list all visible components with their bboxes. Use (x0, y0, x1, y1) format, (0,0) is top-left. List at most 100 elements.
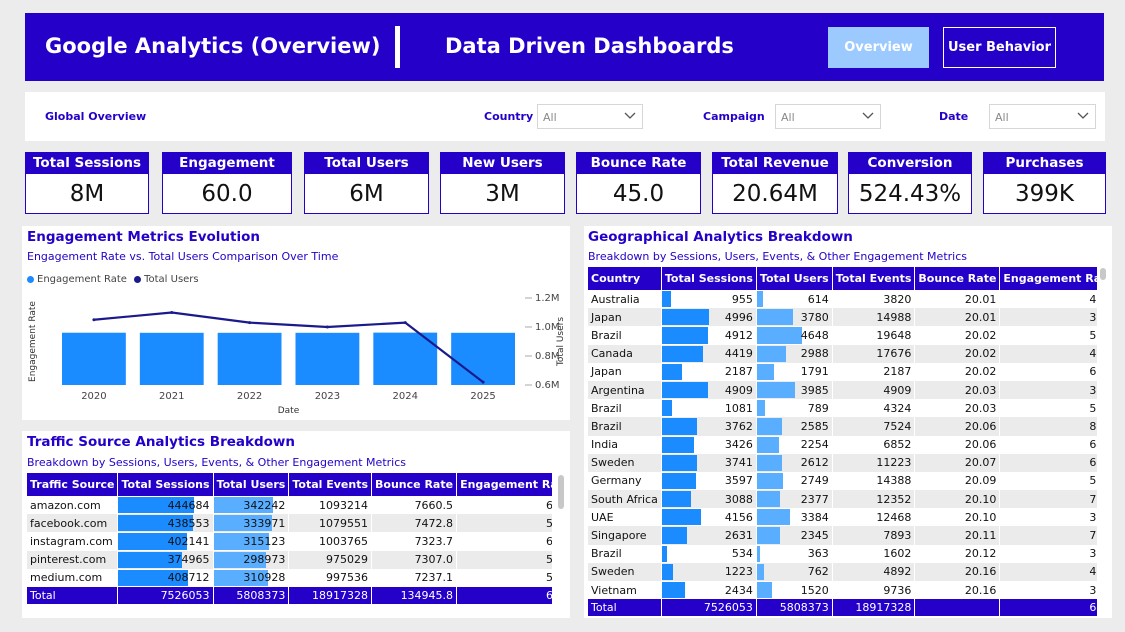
table-databar (661, 345, 704, 362)
date-dropdown[interactable]: All (989, 104, 1096, 129)
cell-value: 3762 (724, 419, 753, 433)
traffic-table-scrollbar[interactable] (558, 475, 564, 509)
column-header[interactable]: Total Events (832, 267, 916, 290)
chart-bar (139, 332, 204, 385)
geo-table: Country Total Sessions Total Users Total Ev… (588, 267, 1097, 617)
cell-value: 975029 (326, 553, 369, 567)
x-tick-label: 2022 (237, 391, 262, 402)
cell-value: 762 (807, 565, 829, 579)
cell-value: 310928 (243, 571, 286, 585)
table-row[interactable]: Brazil 3762 2585 7524 20.06 85.1 (588, 417, 1097, 436)
column-header[interactable]: Engagement Rate (456, 473, 552, 496)
users-line-point (92, 318, 96, 322)
table-row[interactable]: Sweden 3741 2612 11223 20.07 66.1 (588, 453, 1097, 472)
table-row[interactable]: pinterest.com 374965 298973 975029 7307.0 59.… (27, 550, 552, 569)
table-row[interactable]: amazon.com 444684 342242 1093214 7660.5 60.2 (27, 496, 552, 515)
cell-value: 534 (731, 547, 753, 561)
kpi-total-revenue: Total Revenue 20.64M (712, 152, 838, 214)
table-cell: 374965 (117, 550, 214, 569)
cell-value: 45.0 (1089, 347, 1097, 361)
table-row[interactable]: Brazil 534 363 1602 20.12 31.9 (588, 544, 1097, 563)
cell-value: 20.02 (964, 365, 997, 379)
table-row[interactable]: instagram.com 402141 315123 1003765 7323.7 60… (27, 532, 552, 551)
table-cell: 20.16 (914, 581, 1001, 600)
table-row[interactable]: Japan 4996 3780 14988 20.01 35.0 (588, 308, 1097, 327)
cell-value: 363 (807, 547, 829, 561)
table-databar (661, 563, 674, 580)
total-cell: Total (27, 586, 119, 604)
table-row[interactable]: Vietnam 2434 1520 9736 20.16 39.6 (588, 581, 1097, 600)
table-row[interactable]: Brazil 4912 4648 19648 20.02 58.2 (588, 326, 1097, 345)
table-row[interactable]: Argentina 4909 3985 4909 20.03 31.2 (588, 380, 1097, 400)
table-cell: 7660.5 (371, 496, 458, 515)
table-cell: India (588, 435, 662, 454)
user-behavior-button[interactable]: User Behavior (943, 27, 1056, 68)
cell-value: 20.02 (964, 328, 997, 342)
table-databar (661, 491, 691, 508)
table-databar (661, 400, 672, 417)
table-row[interactable]: Sweden 1223 762 4892 20.16 43.2 (588, 562, 1097, 581)
column-header[interactable]: Bounce Rate (914, 267, 1001, 290)
table-row[interactable]: Australia 955 614 3820 20.01 45.1 (588, 290, 1097, 309)
kpi-value: 399K (1015, 181, 1074, 207)
column-header[interactable]: Engagement Rate (999, 267, 1097, 290)
table-databar (756, 345, 786, 362)
table-row[interactable]: medium.com 408712 310928 997536 7237.1 59.8 (27, 568, 552, 587)
table-cell: 3762 (661, 417, 757, 436)
campaign-dropdown[interactable]: All (775, 104, 881, 129)
table-row[interactable]: South Africa 3088 2377 12352 20.10 77.5 (588, 490, 1097, 509)
table-databar (661, 418, 698, 435)
table-row[interactable]: Brazil 1081 789 4324 20.03 51.7 (588, 399, 1097, 418)
y-right-tick-label: 1.2M (535, 293, 560, 304)
table-cell: 1003765 (288, 532, 373, 551)
x-tick-label: 2024 (393, 391, 418, 402)
cell-value: 1602 (883, 547, 912, 561)
table-row[interactable]: UAE 4156 3384 12468 20.10 33.0 (588, 508, 1097, 527)
country-filter-label: Country (484, 110, 534, 123)
column-header[interactable]: Total Events (288, 473, 373, 496)
table-cell: facebook.com (27, 514, 119, 533)
table-cell: 2187 (661, 362, 757, 381)
column-header[interactable]: Total Users (756, 267, 833, 290)
table-cell: 4156 (661, 508, 757, 527)
column-header[interactable]: Total Users (213, 473, 290, 496)
table-cell: 310928 (213, 568, 290, 587)
table-cell: 315123 (213, 532, 290, 551)
table-row[interactable]: Canada 4419 2988 17676 20.02 45.0 (588, 344, 1097, 363)
column-header[interactable]: Country (588, 267, 662, 290)
column-header[interactable]: Total Sessions (117, 473, 214, 496)
table-cell: 14988 (832, 308, 916, 327)
table-databar (661, 309, 709, 326)
table-databar (756, 381, 796, 399)
table-cell: 20.06 (914, 435, 1001, 454)
table-databar (756, 491, 780, 508)
geo-table-scrollbar[interactable] (1100, 268, 1106, 280)
cell-value: 438553 (167, 516, 210, 530)
table-row[interactable]: Germany 3597 2749 14388 20.09 52.7 (588, 471, 1097, 491)
kpi-conversion-rate: Conversion Rate 524.43% (848, 152, 972, 214)
table-row[interactable]: India 3426 2254 6852 20.06 64.5 (588, 435, 1097, 454)
country-dropdown[interactable]: All (537, 104, 643, 129)
cell-value: 3820 (883, 292, 912, 306)
table-cell: 7323.7 (371, 532, 458, 551)
table-cell: 975029 (288, 550, 373, 569)
column-header[interactable]: Traffic Source (27, 473, 119, 496)
kpi-total-users: Total Users 6M (304, 152, 429, 214)
cell-value: 4324 (883, 401, 912, 415)
table-cell: 2631 (661, 526, 757, 545)
table-cell: 614 (756, 290, 833, 309)
table-cell: 7237.1 (371, 568, 458, 587)
table-row[interactable]: Japan 2187 1791 2187 20.02 61.9 (588, 362, 1097, 381)
column-header[interactable]: Total Sessions (661, 267, 757, 290)
table-databar (661, 582, 685, 599)
overview-button[interactable]: Overview (828, 27, 929, 68)
column-header[interactable]: Bounce Rate (371, 473, 458, 496)
dashboard-subtitle: Data Driven Dashboards (445, 34, 734, 58)
table-cell: 20.07 (914, 453, 1001, 472)
kpi-label: Total Revenue (713, 153, 837, 174)
table-row[interactable]: Singapore 2631 2345 7893 20.11 73.0 (588, 526, 1097, 545)
y-axis-label: Engagement Rate (28, 301, 38, 382)
cell-value: 77.5 (1089, 492, 1097, 506)
table-row[interactable]: facebook.com 438553 333971 1079551 7472.8 59.… (27, 514, 552, 533)
users-line-point (403, 321, 407, 325)
